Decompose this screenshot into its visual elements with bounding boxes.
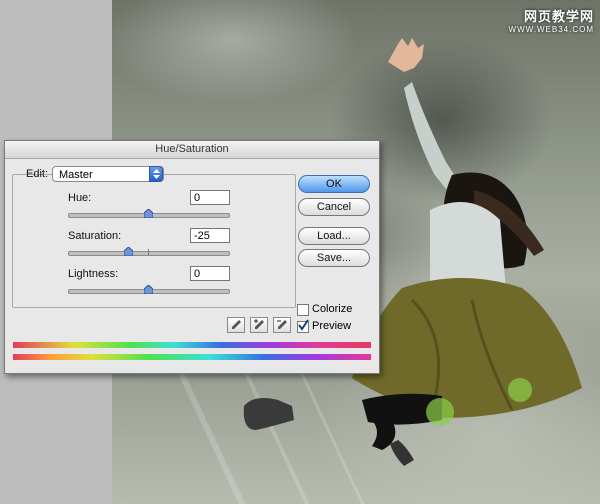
lightness-label: Lightness: bbox=[68, 268, 119, 280]
watermark-title: 网页教学网 bbox=[523, 9, 594, 24]
output-spectrum-bar bbox=[13, 354, 371, 360]
save-button[interactable]: Save... bbox=[298, 249, 370, 267]
eyedropper-button[interactable] bbox=[227, 317, 245, 333]
input-spectrum-bar bbox=[13, 342, 371, 348]
colorize-checkbox[interactable] bbox=[297, 304, 309, 316]
hue-field[interactable]: 0 bbox=[190, 190, 230, 205]
colorize-label: Colorize bbox=[312, 303, 353, 315]
preview-label: Preview bbox=[312, 320, 352, 332]
saturation-label: Saturation: bbox=[68, 230, 122, 242]
edit-select-value: Master bbox=[59, 169, 93, 181]
preview-checkbox[interactable] bbox=[297, 319, 309, 333]
saturation-field[interactable]: -25 bbox=[190, 228, 230, 243]
eyedropper-plus-icon bbox=[254, 319, 264, 329]
watermark-logo: 网页教学网 WWW.WEB34.COM bbox=[509, 6, 594, 34]
dialog-title[interactable]: Hue/Saturation bbox=[5, 141, 379, 159]
saturation-slider-track[interactable] bbox=[68, 251, 230, 256]
edit-label: Edit: bbox=[26, 168, 49, 180]
load-button[interactable]: Load... bbox=[298, 227, 370, 245]
hue-saturation-dialog: Hue/Saturation Edit: Master Hue: 0 Satur… bbox=[4, 140, 380, 374]
checkmark-icon bbox=[298, 319, 309, 331]
edit-select[interactable]: Master bbox=[52, 166, 164, 182]
hue-slider-thumb[interactable] bbox=[144, 209, 153, 218]
saturation-center-tick bbox=[148, 249, 149, 255]
hue-label: Hue: bbox=[68, 192, 92, 204]
lightness-slider-thumb[interactable] bbox=[144, 285, 153, 294]
lightness-field[interactable]: 0 bbox=[190, 266, 230, 281]
add-to-sample-button[interactable] bbox=[250, 317, 268, 333]
cancel-button[interactable]: Cancel bbox=[298, 198, 370, 216]
subtract-from-sample-button[interactable] bbox=[273, 317, 291, 333]
saturation-slider-thumb[interactable] bbox=[124, 247, 133, 256]
watermark-url: WWW.WEB34.COM bbox=[508, 25, 594, 34]
eyedropper-minus-icon bbox=[277, 320, 287, 329]
adjustment-group bbox=[12, 174, 296, 308]
ok-button[interactable]: OK bbox=[298, 175, 370, 193]
eyedropper-icon bbox=[232, 320, 241, 329]
select-arrows-icon bbox=[149, 166, 163, 182]
